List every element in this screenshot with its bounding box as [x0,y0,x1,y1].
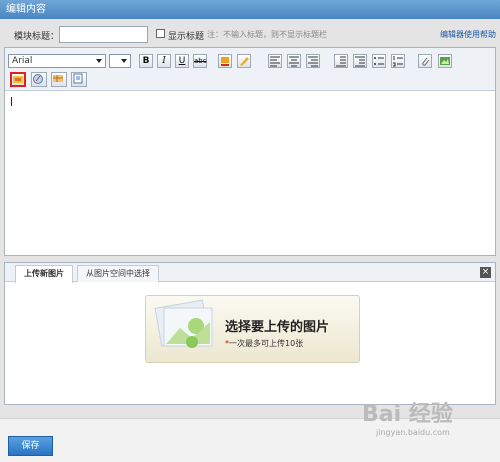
window-titlebar: 编辑内容 [0,0,500,19]
outdent-icon [336,56,346,67]
table-button[interactable] [51,72,67,87]
module-title-input[interactable] [59,26,148,43]
strikethrough-button[interactable]: abc [193,54,207,68]
watermark-url: jingyan.baidu.com [376,428,450,437]
font-size-select[interactable] [109,54,131,68]
highlight-button[interactable] [237,54,251,68]
link-button[interactable] [418,54,432,68]
align-center-button[interactable] [287,54,301,68]
title-row: 模块标题： 显示标题 注：不输入标题，则不显示标题栏 编辑器使用帮助 [0,23,500,45]
editor-help-link[interactable]: 编辑器使用帮助 [440,29,496,40]
upload-tabs: 上传新图片 从图片空间中选择 × [5,263,495,283]
close-icon[interactable]: × [480,267,491,278]
align-left-button[interactable] [268,54,282,68]
bullet-list-button[interactable] [372,54,386,68]
insert-picture-button[interactable] [10,72,26,87]
photos-icon [154,299,213,348]
upload-limit-text: 一次最多可上传10张 [229,339,304,348]
editor-toolbar: Arial B I U abc [5,48,495,91]
select-images-button[interactable]: 选择要上传的图片 *一次最多可上传10张 [145,295,360,363]
outdent-button[interactable] [334,54,348,68]
table-icon [53,75,63,82]
paperclip-icon [422,57,430,66]
align-right-icon [308,56,318,67]
text-color-icon [221,57,229,66]
text-caret [11,97,12,106]
watermark: Bai 经验 jingyan.baidu.com [350,392,500,442]
font-family-select[interactable]: Arial [8,54,106,68]
underline-button[interactable]: U [175,54,189,68]
text-color-button[interactable] [218,54,232,68]
tab-from-album[interactable]: 从图片空间中选择 [77,265,159,282]
insert-image-toolbar-button[interactable] [438,54,452,68]
bullet-list-icon [374,57,384,65]
tab-upload-new[interactable]: 上传新图片 [15,265,73,283]
show-title-checkbox[interactable] [156,29,165,38]
picture-folder-icon [13,76,23,83]
compass-icon [33,74,43,84]
numbered-list-icon [393,56,403,67]
font-family-value: Arial [12,56,33,66]
module-title-label: 模块标题： [14,32,60,42]
numbered-list-button[interactable] [391,54,405,68]
upload-button-title: 选择要上传的图片 [225,320,330,335]
italic-button[interactable]: I [157,54,171,68]
save-button[interactable]: 保存 [8,436,53,456]
pencil-icon [240,57,249,66]
indent-button[interactable] [353,54,367,68]
align-right-button[interactable] [306,54,320,68]
bold-button[interactable]: B [139,54,153,68]
document-icon [73,73,83,84]
image-upload-panel: 上传新图片 从图片空间中选择 × 选择要上传的图片 *一次最多可上传10张 [4,262,496,405]
image-icon [440,57,450,65]
indent-icon [355,56,365,67]
flash-button[interactable] [31,72,47,87]
upload-button-subtitle: *一次最多可上传10张 [225,338,303,349]
window-title: 编辑内容 [6,4,46,15]
source-code-button[interactable] [71,72,87,87]
align-center-icon [289,56,299,67]
chevron-down-icon [96,59,102,63]
chevron-down-icon [121,59,127,63]
watermark-logo: Bai 经验 [362,402,453,427]
rich-text-editor: Arial B I U abc [4,47,496,256]
align-left-icon [270,56,280,67]
show-title-label[interactable]: 显示标题 [168,29,204,42]
title-note: 注：不输入标题，则不显示标题栏 [207,30,327,39]
